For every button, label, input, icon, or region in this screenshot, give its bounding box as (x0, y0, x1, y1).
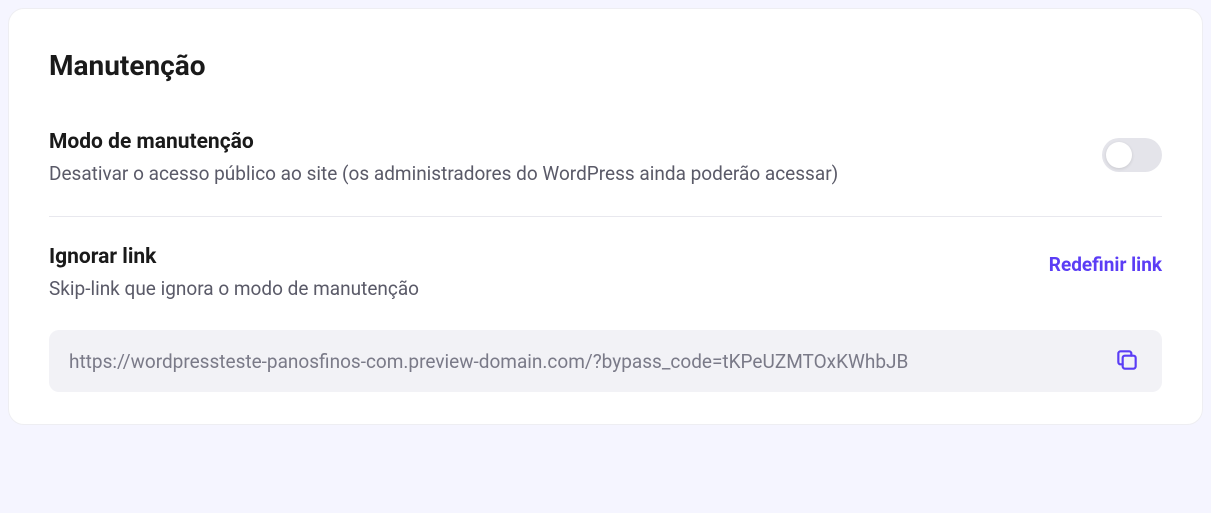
bypass-url-field: https://wordpressteste-panosfinos-com.pr… (49, 330, 1162, 392)
maintenance-mode-description: Desativar o acesso público ao site (os a… (49, 160, 1078, 188)
card-title: Manutenção (49, 49, 1162, 82)
maintenance-mode-row: Modo de manutenção Desativar o acesso pú… (49, 130, 1162, 188)
maintenance-mode-toggle[interactable] (1102, 138, 1162, 172)
bypass-url-text[interactable]: https://wordpressteste-panosfinos-com.pr… (69, 350, 1096, 373)
ignore-link-row: Ignorar link Skip-link que ignora o modo… (49, 245, 1162, 303)
maintenance-mode-title: Modo de manutenção (49, 130, 1078, 154)
divider (49, 216, 1162, 217)
toggle-knob (1106, 142, 1132, 168)
ignore-link-text: Ignorar link Skip-link que ignora o modo… (49, 245, 1025, 303)
ignore-link-title: Ignorar link (49, 245, 1025, 269)
reset-link-button[interactable]: Redefinir link (1049, 253, 1162, 276)
copy-url-button[interactable] (1112, 346, 1142, 376)
ignore-link-action: Redefinir link (1049, 245, 1162, 276)
maintenance-mode-action (1102, 130, 1162, 172)
ignore-link-description: Skip-link que ignora o modo de manutençã… (49, 275, 1025, 303)
copy-icon (1114, 347, 1140, 376)
maintenance-card: Manutenção Modo de manutenção Desativar … (8, 8, 1203, 425)
maintenance-mode-text: Modo de manutenção Desativar o acesso pú… (49, 130, 1078, 188)
